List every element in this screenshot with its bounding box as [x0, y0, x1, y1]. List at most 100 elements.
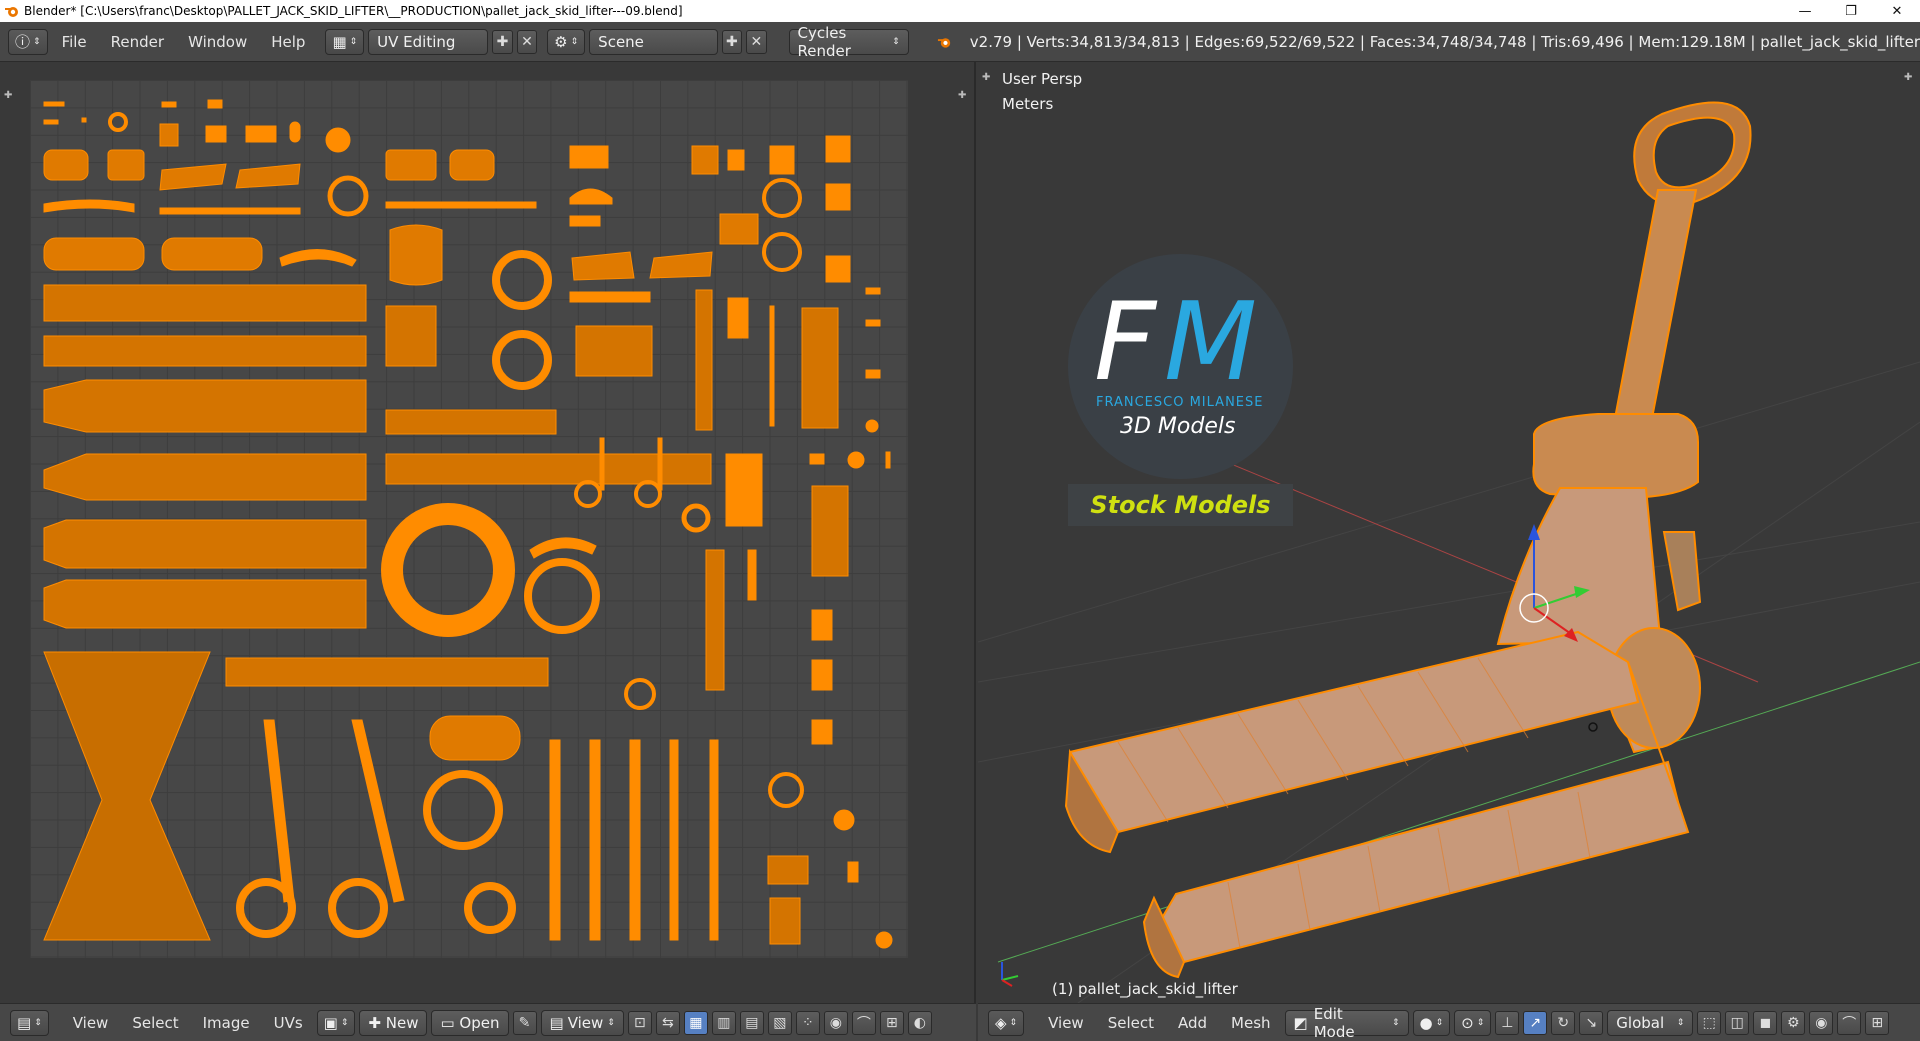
- mode-select[interactable]: ◩ Edit Mode ⇕: [1284, 1005, 1409, 1041]
- uv-island: [389, 224, 443, 286]
- v3d-menu-select[interactable]: Select: [1098, 1010, 1164, 1036]
- uv-island: [825, 135, 851, 163]
- solid-shading-icon: ●: [1419, 1013, 1433, 1032]
- uv-island: [669, 739, 679, 941]
- chevron-updown-icon: ⇕: [340, 1017, 349, 1028]
- sticky-select-icon[interactable]: ⁘: [795, 1010, 820, 1035]
- open-image-label: Open: [459, 1013, 500, 1032]
- translate-manipulator-icon[interactable]: ↗: [1523, 1010, 1548, 1035]
- v3d-menu-view[interactable]: View: [1038, 1010, 1094, 1036]
- vertex-select-mode-icon[interactable]: ⬚: [1697, 1010, 1722, 1035]
- uv-island: [769, 145, 795, 175]
- uv-islands[interactable]: [30, 80, 908, 958]
- chevron-updown-icon: ⇕: [349, 36, 358, 47]
- uv-island: [865, 369, 881, 379]
- uv-island: [691, 145, 719, 175]
- uv-island: [847, 861, 859, 883]
- render-engine-select[interactable]: Cycles Render ⇕: [788, 24, 909, 60]
- uv-island: [385, 201, 537, 209]
- snap-element-icon[interactable]: ⊞: [1865, 1010, 1890, 1035]
- editor-type-3d-button[interactable]: ◈ ⇕: [988, 1009, 1025, 1036]
- uv-island: [43, 237, 145, 271]
- add-scene-icon[interactable]: ✚: [721, 29, 743, 54]
- 3d-cursor-icon: [1588, 722, 1598, 732]
- editor-type-uv-button[interactable]: ▤ ⇕: [10, 1009, 49, 1036]
- pallet-jack-mesh[interactable]: [1064, 101, 1752, 979]
- add-screen-icon[interactable]: ✚: [492, 29, 513, 54]
- menu-window[interactable]: Window: [178, 29, 257, 55]
- sync-selection-icon[interactable]: ⇆: [655, 1010, 680, 1035]
- close-button[interactable]: ✕: [1874, 0, 1920, 22]
- uv-island: [762, 178, 802, 218]
- uv-menu-view[interactable]: View: [63, 1010, 119, 1036]
- pin-icon[interactable]: ✎: [512, 1010, 537, 1035]
- uv-island: [549, 739, 561, 941]
- orientation-select[interactable]: Global ⇕: [1607, 1009, 1694, 1036]
- screen-layout-field[interactable]: UV Editing: [368, 28, 489, 55]
- toolbar-expand-icon[interactable]: ✚: [4, 90, 12, 101]
- proportional-edit-icon[interactable]: ◉: [823, 1010, 848, 1035]
- uv-menu-select[interactable]: Select: [122, 1010, 188, 1036]
- screen-layout-browse-button[interactable]: ▦ ⇕: [325, 28, 365, 55]
- edit-mode-icon: ◩: [1293, 1013, 1308, 1032]
- maximize-button[interactable]: ❐: [1828, 0, 1874, 22]
- edge-select-icon[interactable]: ▥: [711, 1010, 736, 1035]
- face-select-icon[interactable]: ▤: [739, 1010, 764, 1035]
- chevron-updown-icon: ⇕: [1009, 1017, 1018, 1028]
- chevron-updown-icon: ⇕: [892, 36, 900, 47]
- v3d-menu-add[interactable]: Add: [1168, 1010, 1217, 1036]
- menu-render[interactable]: Render: [101, 29, 174, 55]
- uv-island: [599, 437, 605, 491]
- active-object-label: (1) pallet_jack_skid_lifter: [1052, 980, 1238, 998]
- pivot-icon[interactable]: ⊡: [627, 1010, 652, 1035]
- delete-screen-icon[interactable]: ✕: [516, 29, 538, 54]
- channels-icon[interactable]: ◐: [907, 1010, 932, 1035]
- uv-island: [719, 213, 759, 245]
- properties-expand-icon[interactable]: ✚: [958, 90, 966, 101]
- menu-file[interactable]: File: [52, 29, 97, 55]
- snap-icon[interactable]: ⌒: [1837, 1010, 1862, 1035]
- editor-type-info-button[interactable]: ⓘ ⇕: [8, 28, 48, 55]
- scene-field[interactable]: Scene: [589, 28, 718, 55]
- viewport-3d[interactable]: ✚ ✚ User Persp Meters (1) pallet_jack_sk…: [978, 62, 1920, 1003]
- uv-island: [279, 249, 357, 267]
- island-select-icon[interactable]: ▧: [767, 1010, 792, 1035]
- uv-island: [811, 719, 833, 745]
- snap-icon[interactable]: ⌒: [851, 1010, 876, 1035]
- limit-to-visible-icon[interactable]: ⚙: [1781, 1010, 1806, 1035]
- proportional-edit-icon[interactable]: ◉: [1809, 1010, 1834, 1035]
- face-select-mode-icon[interactable]: ◼: [1753, 1010, 1778, 1035]
- uv-island: [649, 251, 713, 279]
- new-image-button[interactable]: ✚ New: [359, 1009, 428, 1036]
- edge-select-mode-icon[interactable]: ◫: [1725, 1010, 1750, 1035]
- v3d-menu-mesh[interactable]: Mesh: [1221, 1010, 1281, 1036]
- scale-manipulator-icon[interactable]: ↘: [1579, 1010, 1604, 1035]
- uv-island: [811, 659, 833, 691]
- pivot-select[interactable]: ⊙ ⇕: [1454, 1009, 1492, 1036]
- menu-help[interactable]: Help: [261, 29, 315, 55]
- rotate-manipulator-icon[interactable]: ↻: [1551, 1010, 1576, 1035]
- viewport-scene[interactable]: [978, 62, 1920, 1003]
- uv-island: [569, 188, 613, 205]
- snap-target-icon[interactable]: ⊞: [879, 1010, 904, 1035]
- open-image-button[interactable]: ▭ Open: [431, 1009, 509, 1036]
- uv-island: [464, 882, 516, 934]
- image-browse-button[interactable]: ▣ ⇕: [316, 1009, 356, 1036]
- uv-image-editor[interactable]: ✚ ✚: [0, 62, 976, 1003]
- uv-view-mode-select[interactable]: ▤ View ⇕: [540, 1009, 624, 1036]
- window-title: Blender* [C:\Users\franc\Desktop\PALLET_…: [24, 4, 683, 18]
- uv-menu-image[interactable]: Image: [193, 1010, 260, 1036]
- scene-browse-button[interactable]: ⚙ ⇕: [547, 28, 586, 55]
- vertex-select-icon[interactable]: ▦: [683, 1010, 708, 1035]
- minimize-button[interactable]: —: [1782, 0, 1828, 22]
- logo-letter-m: M: [1164, 280, 1258, 405]
- delete-scene-icon[interactable]: ✕: [746, 29, 767, 54]
- uv-island: [695, 289, 713, 431]
- shading-select[interactable]: ● ⇕: [1412, 1009, 1451, 1036]
- uv-menu-uvs[interactable]: UVs: [264, 1010, 313, 1036]
- chevron-updown-icon: ⇕: [570, 36, 579, 47]
- view-mode-label: View: [567, 1013, 604, 1032]
- pivot-point-icon: ⊙: [1461, 1013, 1474, 1032]
- manipulator-toggle-icon[interactable]: ⊥: [1495, 1010, 1520, 1035]
- uv-island: [589, 739, 601, 941]
